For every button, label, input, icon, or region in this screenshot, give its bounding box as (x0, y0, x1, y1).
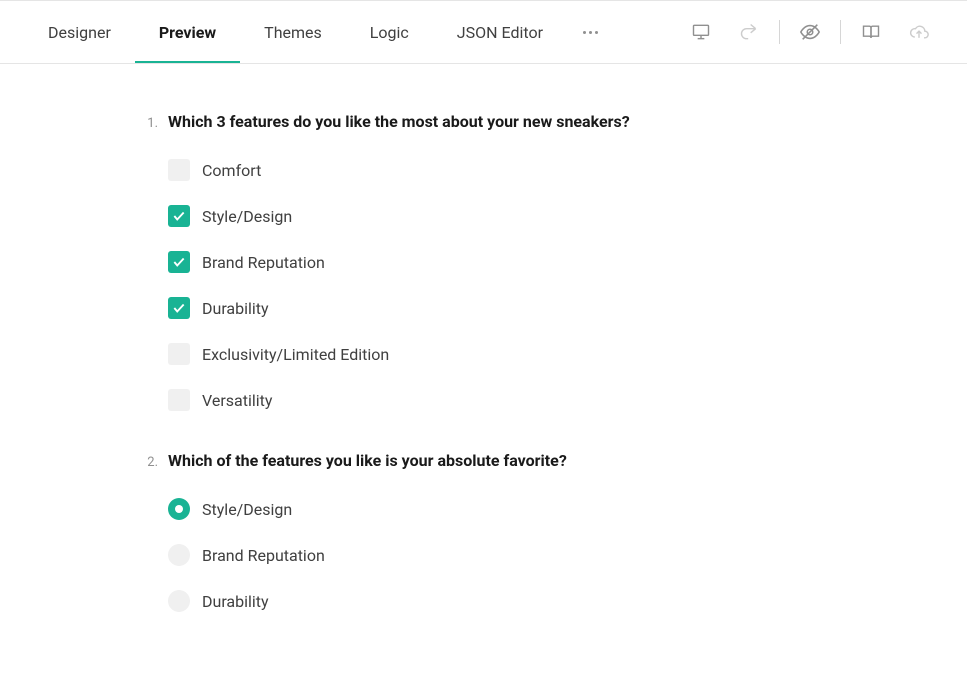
question-number: 1. (140, 116, 158, 131)
visibility-off-button[interactable] (786, 1, 834, 63)
more-icon (583, 31, 598, 34)
survey-content: 1. Which 3 features do you like the most… (0, 64, 967, 612)
desktop-icon (691, 22, 711, 42)
question-title: Which 3 features do you like the most ab… (168, 112, 630, 131)
option-label: Brand Reputation (202, 546, 325, 565)
option-label: Comfort (202, 161, 261, 180)
checkbox-icon (168, 389, 190, 411)
radio-option-style-design[interactable]: Style/Design (168, 498, 827, 520)
option-label: Versatility (202, 391, 272, 410)
checkbox-option-style-design[interactable]: Style/Design (168, 205, 827, 227)
option-label: Brand Reputation (202, 253, 325, 272)
checkbox-icon (168, 159, 190, 181)
tabs-container: Designer Preview Themes Logic JSON Edito… (24, 1, 614, 63)
toolbar-separator (779, 20, 780, 44)
book-open-icon (861, 22, 881, 42)
question-1-options: Comfort Style/Design Brand Reputation Du… (140, 159, 827, 411)
question-2: 2. Which of the features you like is you… (140, 451, 827, 612)
checkbox-checked-icon (168, 205, 190, 227)
tab-preview[interactable]: Preview (135, 1, 240, 63)
option-label: Exclusivity/Limited Edition (202, 345, 389, 364)
library-button[interactable] (847, 1, 895, 63)
checkbox-option-versatility[interactable]: Versatility (168, 389, 827, 411)
tab-designer[interactable]: Designer (24, 1, 135, 63)
checkbox-checked-icon (168, 251, 190, 273)
tab-logic[interactable]: Logic (346, 1, 433, 63)
checkbox-option-exclusivity[interactable]: Exclusivity/Limited Edition (168, 343, 827, 365)
option-label: Style/Design (202, 500, 292, 519)
cloud-upload-icon (909, 22, 929, 42)
question-header: 2. Which of the features you like is you… (140, 451, 827, 470)
question-1: 1. Which 3 features do you like the most… (140, 112, 827, 411)
question-2-options: Style/Design Brand Reputation Durability (140, 498, 827, 612)
question-number: 2. (140, 455, 158, 470)
device-desktop-button[interactable] (677, 1, 725, 63)
radio-option-brand-reputation[interactable]: Brand Reputation (168, 544, 827, 566)
checkbox-checked-icon (168, 297, 190, 319)
toolbar-separator (840, 20, 841, 44)
checkbox-icon (168, 343, 190, 365)
option-label: Style/Design (202, 207, 292, 226)
eye-slash-icon (799, 21, 821, 43)
redo-icon (739, 22, 759, 42)
toolbar-actions (677, 1, 943, 63)
radio-option-durability[interactable]: Durability (168, 590, 827, 612)
top-toolbar: Designer Preview Themes Logic JSON Edito… (0, 0, 967, 64)
question-title: Which of the features you like is your a… (168, 451, 567, 470)
checkbox-option-brand-reputation[interactable]: Brand Reputation (168, 251, 827, 273)
tab-more-button[interactable] (567, 1, 614, 63)
tab-json-editor[interactable]: JSON Editor (433, 1, 567, 63)
option-label: Durability (202, 299, 269, 318)
tab-themes[interactable]: Themes (240, 1, 346, 63)
checkbox-option-comfort[interactable]: Comfort (168, 159, 827, 181)
option-label: Durability (202, 592, 269, 611)
redo-button[interactable] (725, 1, 773, 63)
question-header: 1. Which 3 features do you like the most… (140, 112, 827, 131)
cloud-upload-button[interactable] (895, 1, 943, 63)
radio-selected-icon (168, 498, 190, 520)
radio-icon (168, 590, 190, 612)
radio-icon (168, 544, 190, 566)
checkbox-option-durability[interactable]: Durability (168, 297, 827, 319)
